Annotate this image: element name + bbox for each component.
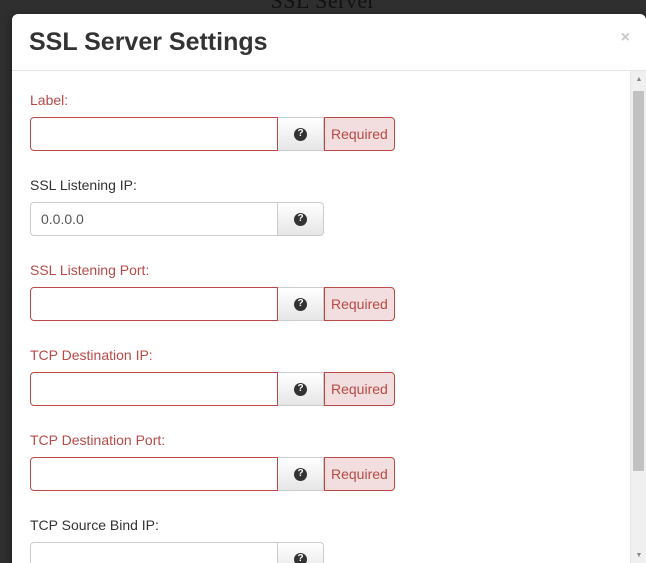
tcp-destination-port-input[interactable]	[30, 457, 278, 491]
input-group: ? Required	[30, 372, 395, 406]
modal-header: SSL Server Settings ×	[12, 14, 646, 71]
ssl-listening-ip-help-button[interactable]: ?	[278, 202, 324, 236]
scrollbar-thumb[interactable]	[633, 91, 644, 471]
tcp-destination-ip-label: TCP Destination IP:	[30, 347, 153, 363]
input-group: ? Required	[30, 457, 395, 491]
ssl-listening-port-help-button[interactable]: ?	[278, 287, 324, 321]
question-circle-icon: ?	[294, 552, 307, 563]
question-circle-icon: ?	[294, 382, 307, 396]
tcp-source-bind-ip-input[interactable]	[30, 542, 278, 563]
form-group-label: Label: ? Required	[30, 92, 395, 151]
modal-title: SSL Server Settings	[29, 28, 268, 56]
tcp-destination-port-label: TCP Destination Port:	[30, 432, 166, 448]
tcp-source-bind-ip-help-button[interactable]: ?	[278, 542, 324, 563]
label-input[interactable]	[30, 117, 278, 151]
ssl-listening-ip-label: SSL Listening IP:	[30, 177, 137, 193]
backdrop-page-title: SSL Server	[270, 0, 376, 13]
close-icon[interactable]: ×	[621, 29, 630, 47]
input-group: ? Required	[30, 287, 395, 321]
tcp-destination-port-help-button[interactable]: ?	[278, 457, 324, 491]
form-group-ssl-listening-ip: SSL Listening IP: ?	[30, 177, 324, 236]
required-badge: Required	[324, 457, 395, 491]
required-badge: Required	[324, 117, 395, 151]
form-group-tcp-destination-port: TCP Destination Port: ? Required	[30, 432, 395, 491]
label-help-button[interactable]: ?	[278, 117, 324, 151]
ssl-listening-ip-input[interactable]	[30, 202, 278, 236]
scroll-up-arrow-icon[interactable]: ▲	[631, 71, 646, 87]
label-field-label: Label:	[30, 92, 69, 108]
tcp-destination-ip-input[interactable]	[30, 372, 278, 406]
vertical-scrollbar[interactable]: ▲ ▼	[630, 71, 646, 563]
modal-body[interactable]: Label: ? Required SSL Listening IP: ? SS…	[12, 71, 630, 563]
form-group-tcp-source-bind-ip: TCP Source Bind IP: ?	[30, 517, 324, 563]
required-badge: Required	[324, 372, 395, 406]
input-group: ?	[30, 202, 324, 236]
question-circle-icon: ?	[294, 467, 307, 481]
tcp-destination-ip-help-button[interactable]: ?	[278, 372, 324, 406]
question-circle-icon: ?	[294, 212, 307, 226]
required-badge: Required	[324, 287, 395, 321]
input-group: ? Required	[30, 117, 395, 151]
tcp-source-bind-ip-label: TCP Source Bind IP:	[30, 517, 159, 533]
ssl-listening-port-label: SSL Listening Port:	[30, 262, 150, 278]
input-group: ?	[30, 542, 324, 563]
question-circle-icon: ?	[294, 297, 307, 311]
scroll-down-arrow-icon[interactable]: ▼	[631, 547, 646, 563]
form-group-tcp-destination-ip: TCP Destination IP: ? Required	[30, 347, 395, 406]
form-group-ssl-listening-port: SSL Listening Port: ? Required	[30, 262, 395, 321]
ssl-listening-port-input[interactable]	[30, 287, 278, 321]
question-circle-icon: ?	[294, 127, 307, 141]
ssl-server-settings-dialog: SSL Server Settings × Label: ? Required …	[12, 14, 646, 563]
